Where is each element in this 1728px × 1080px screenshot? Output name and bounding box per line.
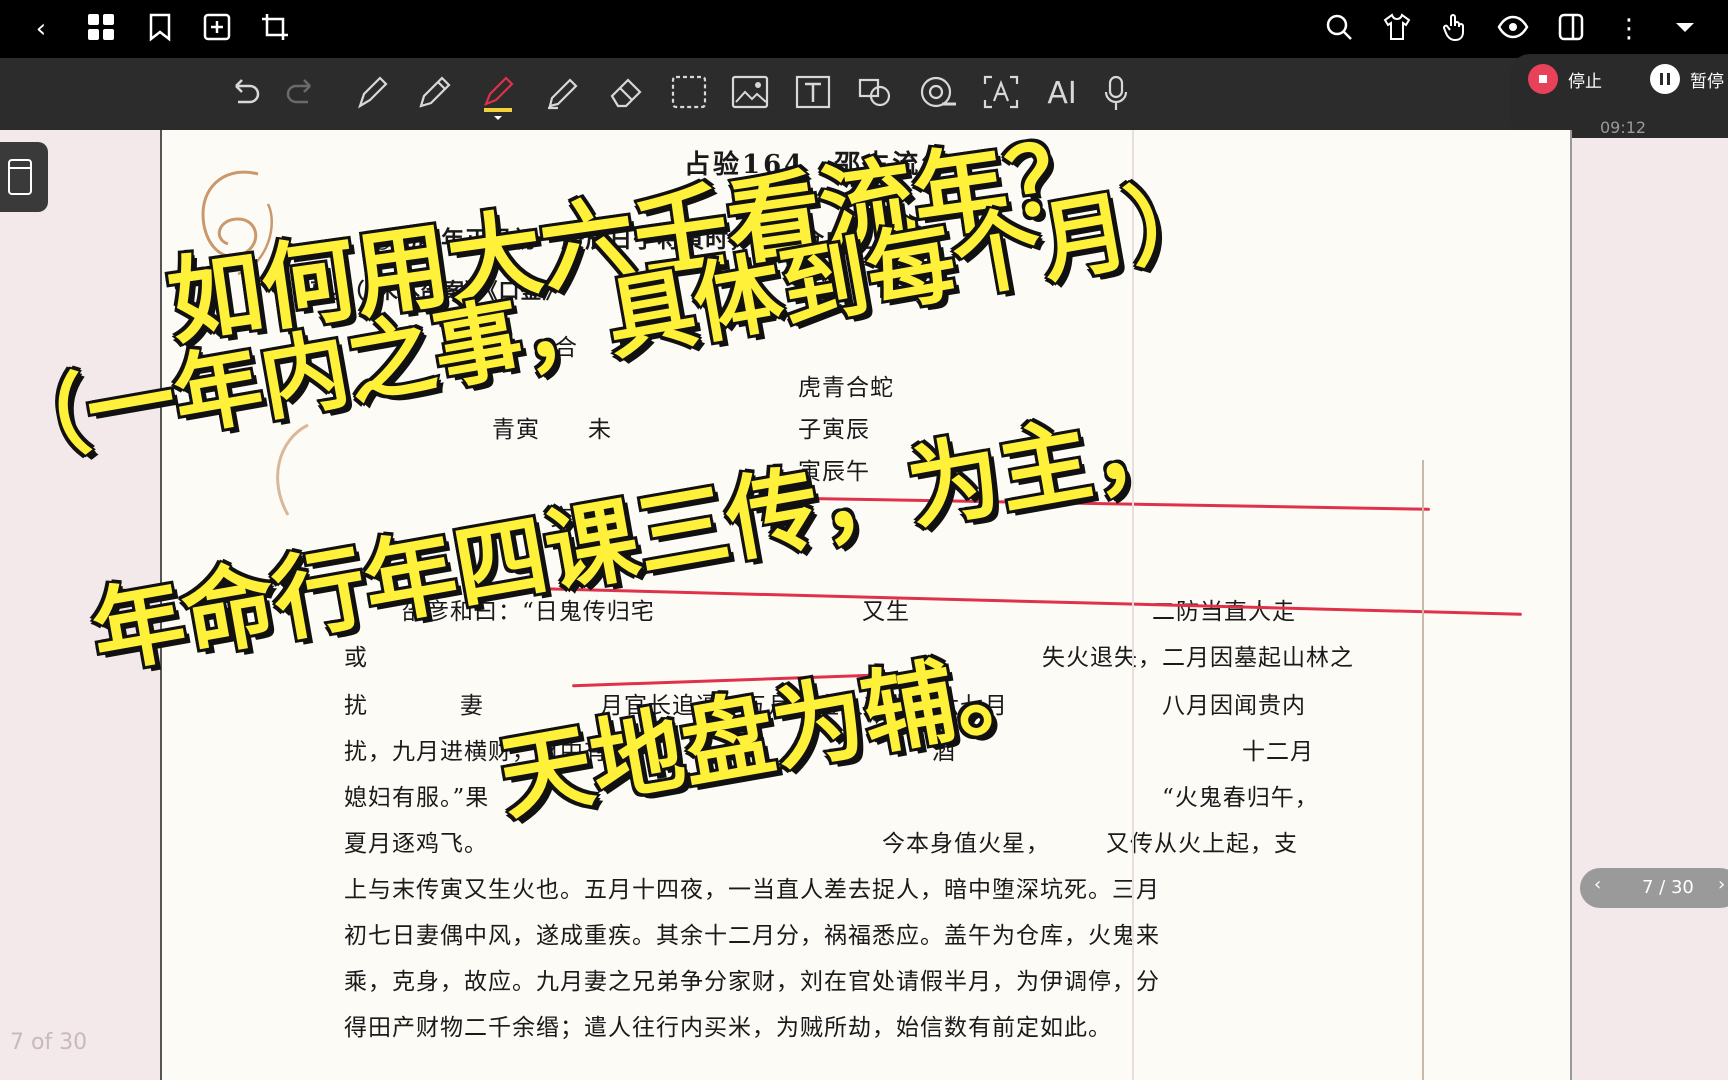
image-icon[interactable] — [730, 74, 770, 114]
marker-icon[interactable] — [542, 72, 582, 116]
recorder-widget: 停止 暂停 09:12 — [1510, 54, 1728, 138]
text-line-4: 虎青合蛇 — [798, 375, 894, 401]
text-line-27: 上与末传寅又生火也。五月十四夜，一当直人差去捉人，暗中堕深坑死。三月 — [344, 877, 1160, 903]
notebook-icon — [8, 159, 32, 195]
text-line-30: 得田产财物二千余缗；遣人往行内买米，为贼所劫，始信数有前定如此。 — [344, 1015, 1112, 1041]
highlighter-icon[interactable] — [478, 72, 518, 124]
text-line-22: 媳妇有服。”果 — [344, 785, 490, 811]
tape-icon[interactable] — [918, 74, 958, 114]
search-icon[interactable] — [1322, 12, 1356, 51]
back-icon[interactable]: ‹ — [24, 12, 58, 46]
text-box-icon[interactable] — [794, 74, 832, 114]
pen-toolbar: AI — [0, 58, 1728, 172]
stop-icon — [1528, 64, 1558, 94]
shirt-icon[interactable] — [1380, 12, 1414, 51]
text-line-28: 初七日妻偶中风，遂成重疾。其余十二月分，祸福悉应。盖午为仓库，火鬼来 — [344, 923, 1160, 949]
crop-icon[interactable] — [258, 12, 292, 51]
fountain-pen-icon[interactable] — [352, 72, 392, 116]
stop-recording-button[interactable]: 停止 — [1528, 62, 1602, 96]
page-counter: 7 / 30 — [1642, 877, 1694, 898]
text-line-26: 又传从火上起，支 — [1106, 831, 1298, 857]
text-line-18: 八月因闻贵内 — [1162, 693, 1306, 719]
more-icon[interactable]: ⋮ — [1612, 12, 1646, 46]
text-line-23: “火鬼春归午， — [1162, 785, 1319, 811]
pause-label: 暂停 — [1690, 71, 1724, 92]
lasso-select-icon[interactable] — [670, 74, 708, 114]
top-bar: ‹ ⋮ — [0, 0, 1728, 58]
page-of-label: 7 of 30 — [10, 1030, 88, 1055]
eraser-icon[interactable] — [606, 72, 646, 116]
page-navigator[interactable]: ‹ 7 / 30 › — [1580, 868, 1728, 908]
stop-label: 停止 — [1568, 71, 1602, 92]
text-line-16: 妻 — [460, 693, 484, 719]
collapse-icon[interactable] — [1668, 12, 1702, 51]
text-line-29: 乘，克身，故应。九月妻之兄弟争分家财，刘在官处请假半月，为伊调停，分 — [344, 969, 1160, 995]
bookmark-icon[interactable] — [143, 12, 177, 51]
recording-time: 09:12 — [1600, 118, 1647, 137]
shapes-icon[interactable] — [856, 74, 894, 114]
text-line-14: 失火退失，二月因墓起山林之 — [1042, 645, 1354, 671]
grid-icon[interactable] — [84, 12, 118, 51]
pause-icon — [1650, 64, 1680, 94]
pencil-icon[interactable] — [414, 72, 454, 116]
text-line-5: 青寅 未 — [492, 417, 612, 443]
touch-icon[interactable] — [1438, 12, 1472, 51]
page-edge-line — [1422, 460, 1424, 1080]
notes-side-tab[interactable] — [0, 142, 48, 212]
text-line-21: 十二月 — [1242, 739, 1314, 765]
eye-icon[interactable] — [1496, 12, 1530, 51]
redo-icon[interactable] — [284, 74, 320, 114]
pause-recording-button[interactable]: 暂停 — [1650, 62, 1724, 96]
text-line-25: 今本身值火星， — [882, 831, 1050, 857]
undo-icon[interactable] — [226, 74, 262, 114]
microphone-icon[interactable] — [1104, 74, 1128, 116]
add-page-icon[interactable] — [200, 12, 234, 51]
next-page-icon[interactable]: › — [1718, 874, 1725, 895]
panel-icon[interactable] — [1554, 12, 1588, 51]
prev-page-icon[interactable]: ‹ — [1594, 874, 1601, 895]
text-line-15: 扰 — [344, 693, 368, 719]
text-line-24: 夏月逐鸡飞。 — [344, 831, 488, 857]
